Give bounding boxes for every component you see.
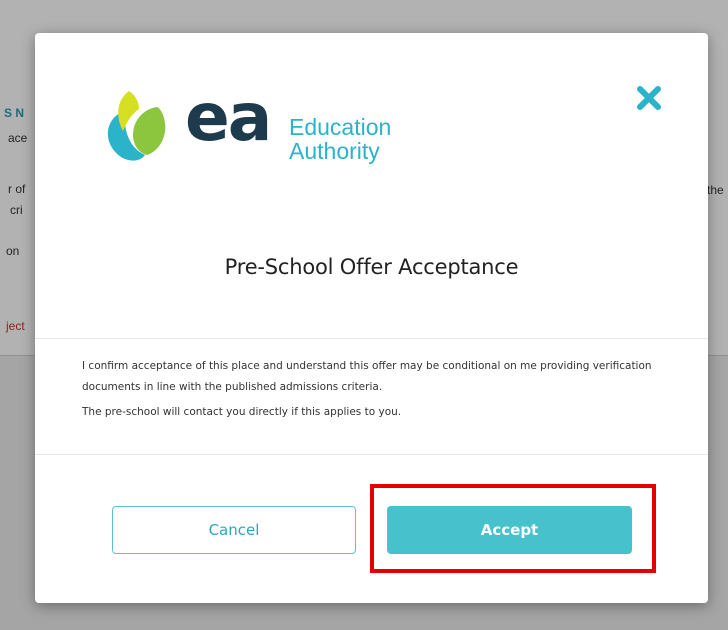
cancel-button[interactable]: Cancel xyxy=(112,506,356,554)
logo-name-line2: Authority xyxy=(289,138,380,164)
education-authority-logo: ea Education Authority xyxy=(99,79,419,169)
close-x-icon xyxy=(637,86,661,110)
accept-button[interactable]: Accept xyxy=(387,506,632,554)
header-divider xyxy=(35,338,708,339)
footer-divider xyxy=(35,454,708,455)
dialog-body: I confirm acceptance of this place and u… xyxy=(82,356,682,423)
dialog-title: Pre-School Offer Acceptance xyxy=(224,255,519,279)
offer-acceptance-dialog: ea Education Authority Pre-School Offer … xyxy=(35,33,708,603)
logo-name-line1: Education xyxy=(289,114,392,140)
close-button[interactable] xyxy=(632,81,666,115)
contact-note-text: The pre-school will contact you directly… xyxy=(82,406,402,418)
ea-leaf-logo-icon xyxy=(107,91,166,161)
logo-name: Education Authority xyxy=(289,115,391,163)
logo-ea-mark: ea xyxy=(185,79,272,156)
confirmation-text: I confirm acceptance of this place and u… xyxy=(82,360,652,393)
